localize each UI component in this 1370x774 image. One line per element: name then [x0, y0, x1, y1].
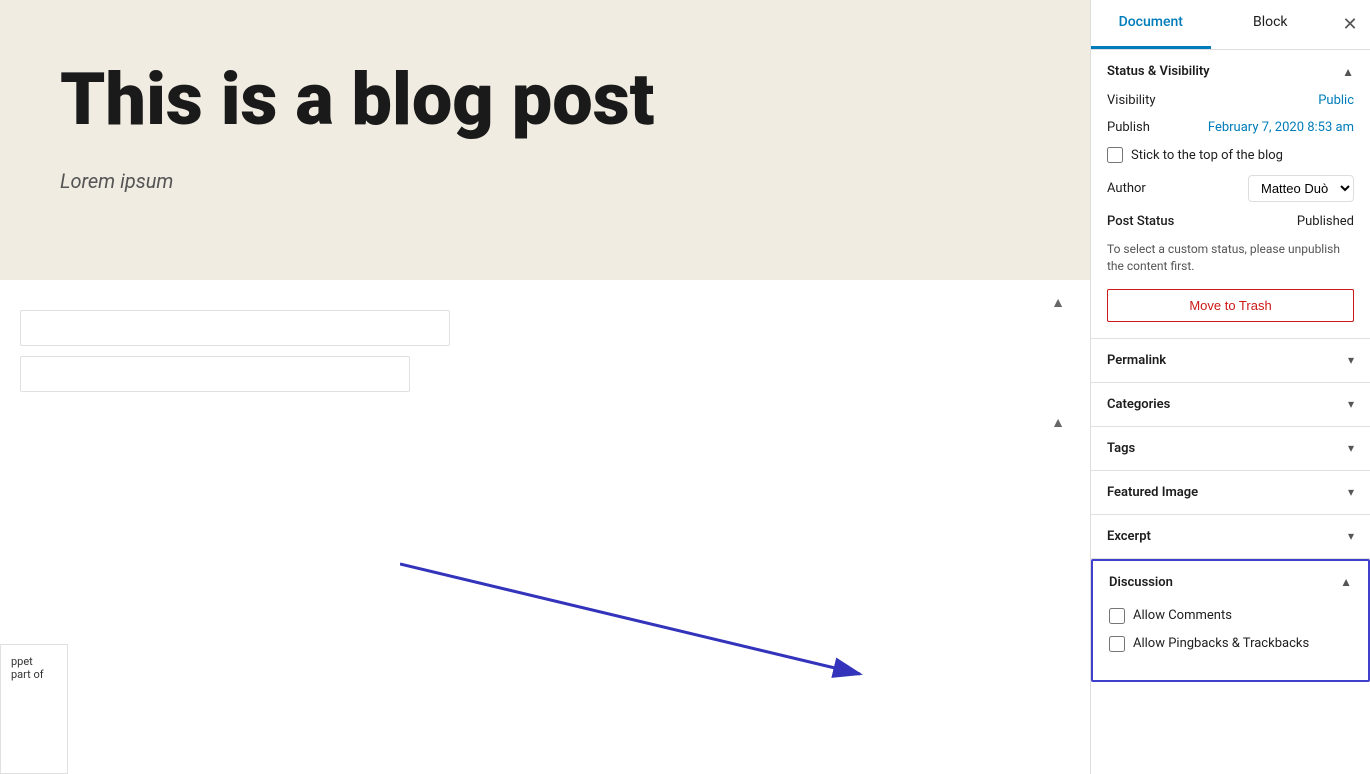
- post-title[interactable]: This is a blog post: [60, 60, 1030, 139]
- permalink-header[interactable]: Permalink ▾: [1091, 339, 1370, 382]
- discussion-title: Discussion: [1109, 575, 1173, 590]
- main-editor: This is a blog post Lorem ipsum ▲ ▲ ppet…: [0, 0, 1090, 774]
- discussion-header[interactable]: Discussion ▲: [1093, 561, 1368, 604]
- allow-comments-label: Allow Comments: [1133, 608, 1232, 623]
- post-status-value: Published: [1297, 214, 1354, 229]
- tags-title: Tags: [1107, 441, 1135, 456]
- tab-document[interactable]: Document: [1091, 0, 1211, 49]
- visibility-row: Visibility Public: [1107, 93, 1354, 108]
- author-row: Author Matteo Duò: [1107, 175, 1354, 202]
- tags-header[interactable]: Tags ▾: [1091, 427, 1370, 470]
- stick-to-top-row: Stick to the top of the blog: [1107, 147, 1354, 163]
- publish-label: Publish: [1107, 120, 1150, 135]
- content-inner: ▲ ▲: [0, 280, 1090, 422]
- allow-pingbacks-label: Allow Pingbacks & Trackbacks: [1133, 636, 1309, 651]
- visibility-value[interactable]: Public: [1318, 93, 1354, 108]
- allow-pingbacks-row: Allow Pingbacks & Trackbacks: [1109, 636, 1352, 652]
- stick-to-top-label: Stick to the top of the blog: [1131, 148, 1283, 163]
- allow-pingbacks-checkbox[interactable]: [1109, 636, 1125, 652]
- publish-value[interactable]: February 7, 2020 8:53 am: [1208, 120, 1354, 135]
- status-visibility-chevron: ▲: [1342, 65, 1354, 79]
- stick-to-top-checkbox[interactable]: [1107, 147, 1123, 163]
- post-header: This is a blog post Lorem ipsum: [0, 0, 1090, 233]
- tabs-bar: Document Block ✕: [1091, 0, 1370, 50]
- tab-block[interactable]: Block: [1211, 0, 1331, 49]
- categories-chevron: ▾: [1348, 397, 1354, 411]
- author-select[interactable]: Matteo Duò: [1248, 175, 1354, 202]
- tags-chevron: ▾: [1348, 441, 1354, 455]
- featured-image-section: Featured Image ▾: [1091, 471, 1370, 515]
- post-status-row: Post Status Published: [1107, 214, 1354, 229]
- discussion-chevron: ▲: [1340, 575, 1352, 589]
- publish-row: Publish February 7, 2020 8:53 am: [1107, 120, 1354, 135]
- excerpt-section: Excerpt ▾: [1091, 515, 1370, 559]
- permalink-chevron: ▾: [1348, 353, 1354, 367]
- excerpt-chevron: ▾: [1348, 529, 1354, 543]
- post-subtitle[interactable]: Lorem ipsum: [60, 169, 1030, 193]
- permalink-section: Permalink ▾: [1091, 339, 1370, 383]
- sidebar: Document Block ✕ Status & Visibility ▲ V…: [1090, 0, 1370, 774]
- bottom-card-text: ppetpart of: [11, 655, 57, 681]
- move-to-trash-button[interactable]: Move to Trash: [1107, 289, 1354, 322]
- status-visibility-section: Status & Visibility ▲ Visibility Public …: [1091, 50, 1370, 339]
- bottom-card: ppetpart of: [0, 644, 68, 774]
- post-status-label: Post Status: [1107, 214, 1174, 229]
- status-note: To select a custom status, please unpubl…: [1107, 241, 1354, 275]
- expand-button[interactable]: ▲: [1046, 410, 1070, 434]
- excerpt-header[interactable]: Excerpt ▾: [1091, 515, 1370, 558]
- tags-section: Tags ▾: [1091, 427, 1370, 471]
- text-block-2[interactable]: [20, 356, 410, 392]
- close-button[interactable]: ✕: [1330, 0, 1370, 49]
- status-visibility-content: Visibility Public Publish February 7, 20…: [1091, 93, 1370, 338]
- featured-image-chevron: ▾: [1348, 485, 1354, 499]
- categories-title: Categories: [1107, 397, 1170, 412]
- featured-image-title: Featured Image: [1107, 485, 1198, 500]
- categories-header[interactable]: Categories ▾: [1091, 383, 1370, 426]
- visibility-label: Visibility: [1107, 93, 1156, 108]
- arrow-annotation: [400, 534, 900, 694]
- collapse-button[interactable]: ▲: [1046, 290, 1070, 314]
- status-visibility-title: Status & Visibility: [1107, 64, 1210, 79]
- permalink-title: Permalink: [1107, 353, 1166, 368]
- text-block-1[interactable]: [20, 310, 450, 346]
- author-label: Author: [1107, 181, 1146, 196]
- status-visibility-header[interactable]: Status & Visibility ▲: [1091, 50, 1370, 93]
- allow-comments-row: Allow Comments: [1109, 608, 1352, 624]
- featured-image-header[interactable]: Featured Image ▾: [1091, 471, 1370, 514]
- discussion-content: Allow Comments Allow Pingbacks & Trackba…: [1093, 604, 1368, 680]
- content-area: ▲ ▲ ppetpart of: [0, 280, 1090, 774]
- categories-section: Categories ▾: [1091, 383, 1370, 427]
- allow-comments-checkbox[interactable]: [1109, 608, 1125, 624]
- discussion-section: Discussion ▲ Allow Comments Allow Pingba…: [1091, 559, 1370, 682]
- excerpt-title: Excerpt: [1107, 529, 1151, 544]
